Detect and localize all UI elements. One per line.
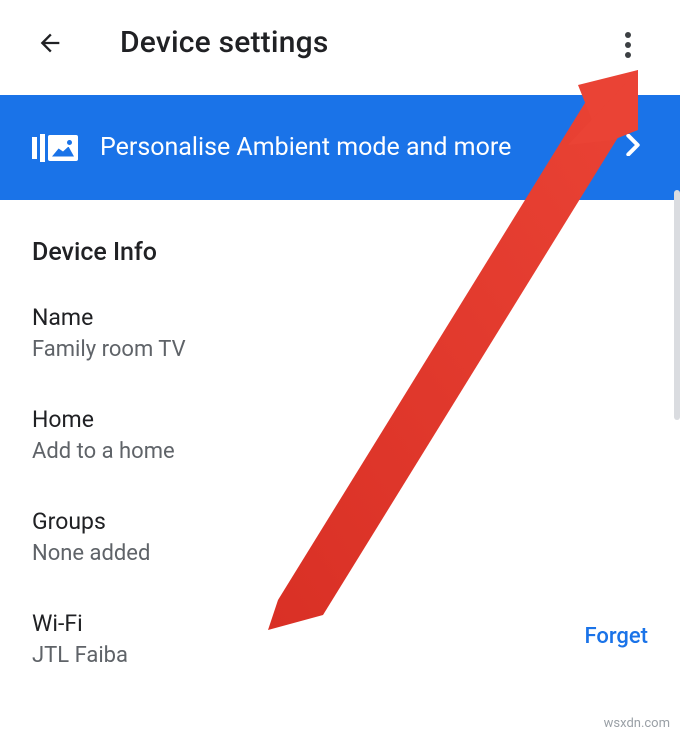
arrow-left-icon: [36, 29, 64, 57]
app-header: Device settings: [0, 0, 680, 95]
setting-row-home[interactable]: Home Add to a home: [0, 384, 680, 486]
section-heading-device-info: Device Info: [0, 200, 680, 282]
setting-row-wifi[interactable]: Wi-Fi JTL Faiba Forget: [0, 588, 680, 690]
wifi-forget-button[interactable]: Forget: [584, 610, 648, 649]
setting-label-name: Name: [32, 304, 648, 331]
setting-value-wifi: JTL Faiba: [32, 643, 584, 668]
setting-label-groups: Groups: [32, 508, 648, 535]
setting-value-home: Add to a home: [32, 439, 648, 464]
setting-label-home: Home: [32, 406, 648, 433]
more-vert-icon: [625, 52, 631, 58]
more-vert-icon: [625, 42, 631, 48]
setting-value-name: Family room TV: [32, 337, 648, 362]
ambient-mode-banner[interactable]: Personalise Ambient mode and more: [0, 95, 680, 200]
ambient-banner-text: Personalise Ambient mode and more: [100, 133, 616, 162]
setting-value-groups: None added: [32, 541, 648, 566]
setting-row-name[interactable]: Name Family room TV: [0, 282, 680, 384]
setting-label-wifi: Wi-Fi: [32, 610, 584, 637]
more-menu-button[interactable]: [616, 30, 640, 60]
page-title: Device settings: [120, 25, 328, 60]
back-button[interactable]: [35, 28, 65, 58]
scrollbar[interactable]: [674, 190, 680, 420]
chevron-right-icon: [626, 134, 640, 161]
setting-row-groups[interactable]: Groups None added: [0, 486, 680, 588]
ambient-mode-icon: [32, 134, 78, 162]
more-vert-icon: [625, 32, 631, 38]
watermark: wsxdn.com: [604, 716, 670, 731]
